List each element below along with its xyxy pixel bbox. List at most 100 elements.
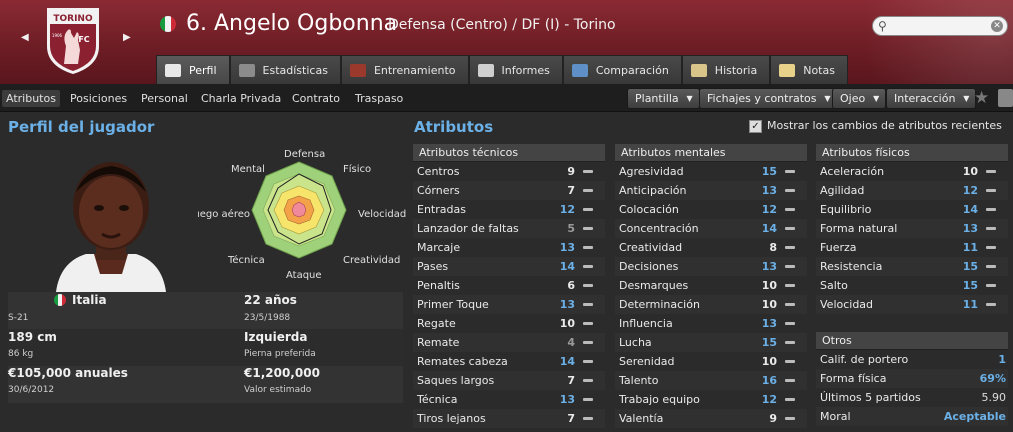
attribute-value: 12: [962, 184, 978, 197]
tab-label: Comparación: [595, 63, 669, 77]
dropdown-interacción[interactable]: Interacción ▼: [886, 88, 977, 109]
tab-informes[interactable]: Informes: [468, 55, 563, 84]
tab-label: Historia: [714, 63, 758, 77]
tab-comparación[interactable]: Comparación: [562, 55, 682, 84]
attribute-row[interactable]: Anticipación 13: [615, 181, 807, 200]
crest-year: 1906: [52, 33, 63, 38]
comparison-icon: [571, 63, 588, 77]
attribute-name: Valentía: [619, 412, 664, 425]
attribute-row[interactable]: Fuerza 11: [816, 238, 1008, 257]
attribute-row[interactable]: Córners 7: [413, 181, 605, 200]
attribute-name: Creatividad: [619, 241, 683, 254]
show-changes-checkbox[interactable]: ✓: [749, 120, 762, 133]
attribute-row[interactable]: Aceleración 10: [816, 162, 1008, 181]
attribute-row[interactable]: Serenidad 10: [615, 352, 807, 371]
sidebar-toggle-icon[interactable]: [998, 89, 1013, 107]
attribute-name: Lucha: [619, 336, 652, 349]
chevron-left-icon[interactable]: ◀: [21, 32, 29, 43]
attribute-row[interactable]: Desmarques 10: [615, 276, 807, 295]
attribute-row[interactable]: Agilidad 12: [816, 181, 1008, 200]
attribute-row[interactable]: Remate 4: [413, 333, 605, 352]
attribute-value: 14: [962, 203, 978, 216]
tab-notas[interactable]: Notas: [770, 55, 848, 84]
subnav-personal[interactable]: Personal: [137, 90, 192, 107]
no-change-icon: [583, 398, 593, 401]
info-row-1: Italia S-21 22 años 23/5/1988: [8, 292, 403, 329]
tab-historia[interactable]: Historia: [681, 55, 771, 84]
attribute-row[interactable]: Equilibrio 14: [816, 200, 1008, 219]
attribute-row[interactable]: Penaltis 6: [413, 276, 605, 295]
attribute-row[interactable]: Pases 14: [413, 257, 605, 276]
attribute-name: Saques largos: [417, 374, 495, 387]
no-change-icon: [785, 170, 795, 173]
attribute-row[interactable]: Centros 9: [413, 162, 605, 181]
star-icon[interactable]: ★: [974, 88, 989, 108]
attribute-row[interactable]: Saques largos 7: [413, 371, 605, 390]
no-change-icon: [785, 284, 795, 287]
club-crest[interactable]: TORINO FC 1906: [44, 6, 102, 76]
tab-entrenamiento[interactable]: Entrenamiento: [340, 55, 469, 84]
attribute-row[interactable]: Talento 16: [615, 371, 807, 390]
show-changes-label[interactable]: Mostrar los cambios de atributos recient…: [767, 119, 1002, 132]
attribute-row[interactable]: Tiros lejanos 7: [413, 409, 605, 428]
attribute-row[interactable]: Colocación 12: [615, 200, 807, 219]
dropdown-fichajes-y-contratos[interactable]: Fichajes y contratos ▼: [699, 88, 838, 109]
attribute-row[interactable]: Creatividad 8: [615, 238, 807, 257]
crest-fc: FC: [78, 35, 89, 44]
contract-end: 30/6/2012: [8, 385, 55, 395]
attribute-value: 6: [567, 279, 575, 292]
attribute-value: 10: [962, 165, 978, 178]
dropdown-label: Plantilla: [635, 92, 679, 105]
subnav-atributos[interactable]: Atributos: [2, 90, 60, 107]
nationality[interactable]: Italia: [72, 293, 107, 307]
attributes-title: Atributos: [414, 118, 494, 136]
attribute-row[interactable]: Marcaje 13: [413, 238, 605, 257]
dropdown-plantilla[interactable]: Plantilla ▼: [627, 88, 700, 109]
subnav-posiciones[interactable]: Posiciones: [66, 90, 131, 107]
attribute-row[interactable]: Concentración 14: [615, 219, 807, 238]
no-change-icon: [583, 322, 593, 325]
subnav-charla-privada[interactable]: Charla Privada: [197, 90, 285, 107]
no-change-icon: [785, 227, 795, 230]
no-change-icon: [583, 170, 593, 173]
attribute-row[interactable]: Entradas 12: [413, 200, 605, 219]
no-change-icon: [986, 265, 996, 268]
tab-perfil[interactable]: Perfil: [156, 55, 230, 84]
attribute-value: 13: [761, 260, 777, 273]
attribute-value: 11: [962, 298, 978, 311]
attribute-row[interactable]: Velocidad 11: [816, 295, 1008, 314]
search-input[interactable]: ⚲ ✕: [872, 16, 1008, 36]
chevron-right-icon[interactable]: ▶: [123, 32, 131, 43]
attribute-row[interactable]: Lucha 15: [615, 333, 807, 352]
attribute-row[interactable]: Remates cabeza 14: [413, 352, 605, 371]
dropdown-ojeo[interactable]: Ojeo ▼: [832, 88, 887, 109]
attribute-row[interactable]: Primer Toque 13: [413, 295, 605, 314]
attribute-row[interactable]: Agresividad 15: [615, 162, 807, 181]
subnav-contrato[interactable]: Contrato: [288, 90, 344, 107]
tab-estadísticas[interactable]: Estadísticas: [229, 55, 341, 84]
no-change-icon: [986, 227, 996, 230]
attribute-row[interactable]: Decisiones 13: [615, 257, 807, 276]
attribute-value: 9: [567, 165, 575, 178]
attribute-value: 8: [769, 241, 777, 254]
attribute-row[interactable]: Trabajo equipo 12: [615, 390, 807, 409]
attribute-name: Fuerza: [820, 241, 857, 254]
attribute-row[interactable]: Valentía 9: [615, 409, 807, 428]
attribute-name: Serenidad: [619, 355, 675, 368]
attribute-row[interactable]: Influencia 13: [615, 314, 807, 333]
attribute-row[interactable]: Determinación 10: [615, 295, 807, 314]
attribute-name: Regate: [417, 317, 456, 330]
no-change-icon: [785, 303, 795, 306]
attribute-row[interactable]: Lanzador de faltas 5: [413, 219, 605, 238]
other-name: Forma física: [820, 372, 887, 385]
attribute-name: Influencia: [619, 317, 673, 330]
other-name: Calif. de portero: [820, 353, 909, 366]
birth-date: 23/5/1988: [244, 313, 291, 323]
attribute-row[interactable]: Forma natural 13: [816, 219, 1008, 238]
attribute-row[interactable]: Técnica 13: [413, 390, 605, 409]
attribute-row[interactable]: Regate 10: [413, 314, 605, 333]
subnav-traspaso[interactable]: Traspaso: [351, 90, 407, 107]
clear-icon[interactable]: ✕: [991, 20, 1003, 32]
attribute-row[interactable]: Salto 15: [816, 276, 1008, 295]
attribute-row[interactable]: Resistencia 15: [816, 257, 1008, 276]
